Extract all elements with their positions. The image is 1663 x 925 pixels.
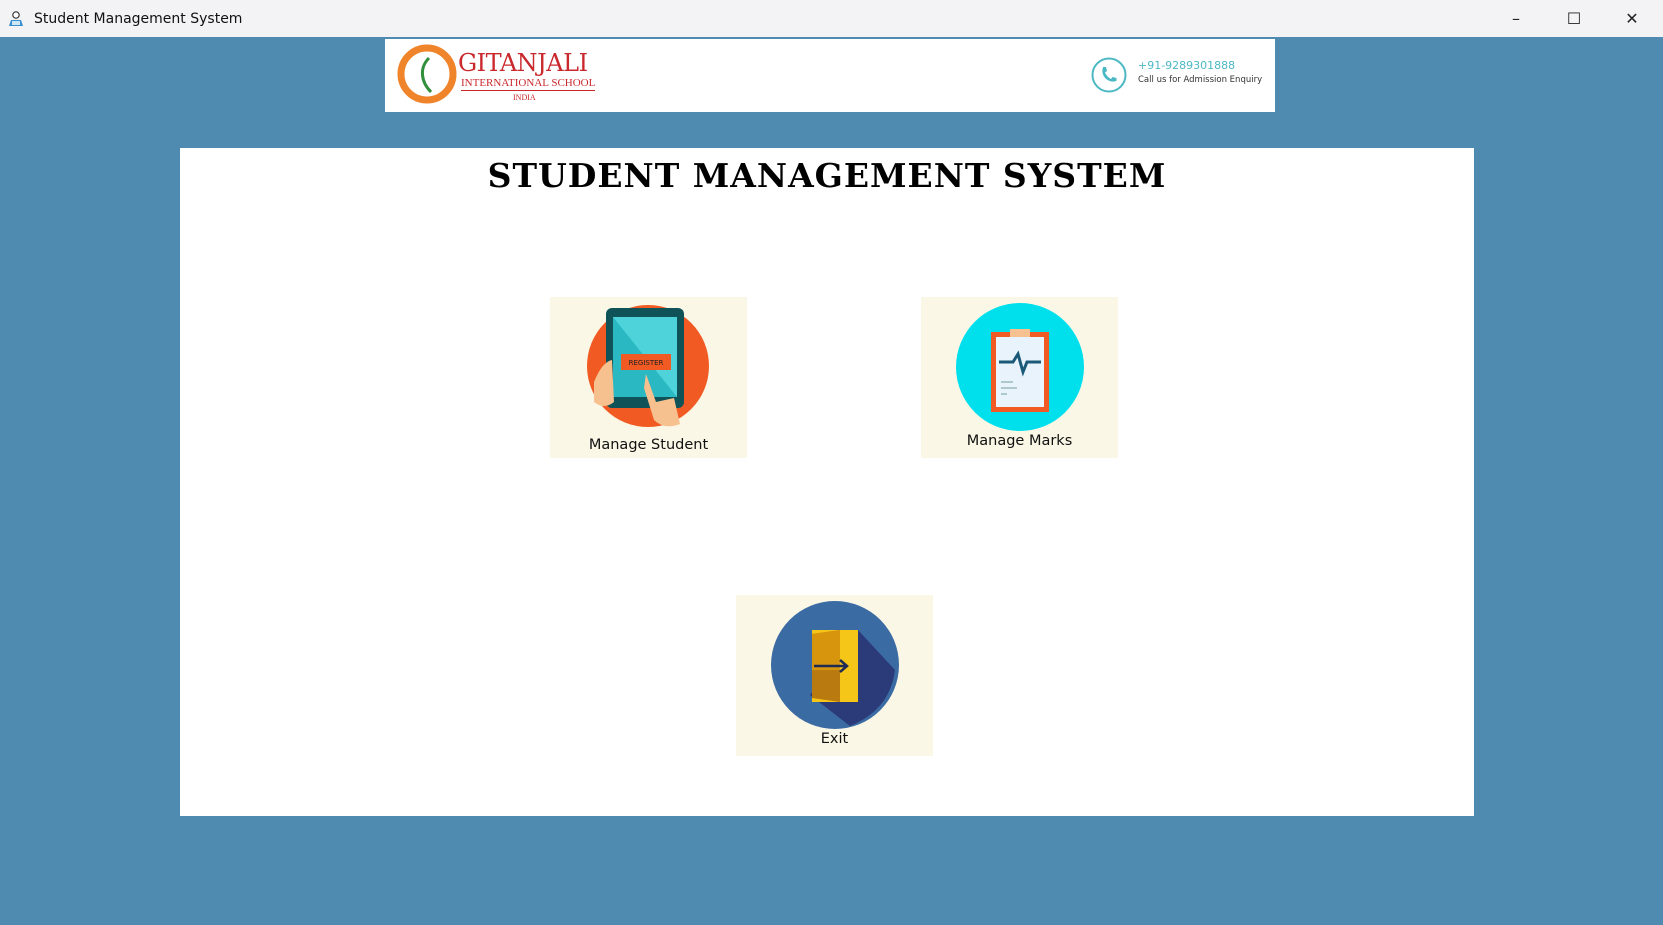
student-app-icon [9, 10, 23, 26]
clipboard-chart-icon [956, 303, 1084, 431]
school-name: GITANJALI [458, 49, 588, 77]
manage-student-button[interactable]: REGISTER Manage Student [550, 297, 747, 458]
phone-number: +91-9289301888 [1138, 59, 1236, 72]
school-subtitle: INTERNATIONAL SCHOOL [461, 77, 596, 91]
school-country: INDIA [513, 93, 536, 102]
manage-marks-label: Manage Marks [966, 433, 1073, 449]
school-header-banner: GITANJALI INTERNATIONAL SCHOOL INDIA +91… [385, 39, 1275, 112]
maximize-icon: ☐ [1566, 9, 1582, 28]
window-title: Student Management System [34, 10, 243, 27]
register-badge: REGISTER [629, 359, 664, 367]
manage-student-label: Manage Student [588, 437, 709, 453]
minimize-icon: – [1512, 9, 1520, 28]
manage-marks-button[interactable]: Manage Marks [921, 297, 1118, 458]
tablet-register-icon: REGISTER [587, 305, 709, 427]
phone-caption: Call us for Admission Enquiry [1138, 75, 1263, 85]
title-bar: Student Management System – ☐ ✕ [0, 0, 1663, 37]
main-panel: STUDENT MANAGEMENT SYSTEM REGISTER Manag… [180, 148, 1474, 816]
exit-button[interactable]: Exit [736, 595, 933, 756]
exit-door-icon [771, 601, 899, 729]
page-title: STUDENT MANAGEMENT SYSTEM [487, 156, 1167, 195]
close-button[interactable]: ✕ [1603, 0, 1661, 37]
maximize-button[interactable]: ☐ [1545, 0, 1603, 37]
close-icon: ✕ [1625, 9, 1639, 28]
phone-icon [1091, 57, 1127, 93]
exit-label: Exit [820, 731, 849, 747]
school-logo-icon [397, 44, 457, 104]
minimize-button[interactable]: – [1487, 0, 1545, 37]
